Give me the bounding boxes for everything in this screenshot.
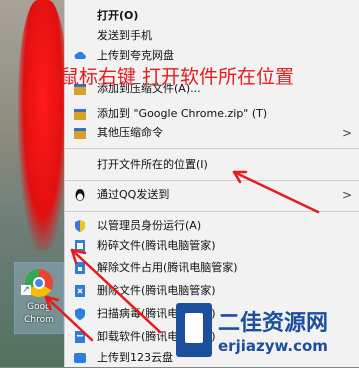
- cloud123-icon: [74, 353, 86, 363]
- scan-icon: [75, 308, 85, 320]
- unlock-icon: [75, 262, 85, 274]
- archive-icon: [74, 128, 86, 139]
- desktop-icon-chrome[interactable]: ↗ Goog Chrom: [14, 262, 64, 334]
- delete-icon: [75, 285, 85, 297]
- menu-separator: [65, 211, 359, 212]
- menu-item-run-as-admin[interactable]: 以管理员身份运行(A): [65, 216, 359, 236]
- chevron-right-icon: >: [341, 126, 352, 140]
- menu-item-other-compress[interactable]: 其他压缩命令 >: [65, 123, 359, 143]
- qq-icon: [75, 189, 85, 201]
- red-scribble: [18, 0, 68, 250]
- watermark-domain: erjiazyw.com: [218, 337, 328, 355]
- archive-icon: [74, 109, 86, 120]
- menu-item-shred[interactable]: 粉碎文件(腾讯电脑管家): [65, 236, 359, 256]
- uninstall-icon: [75, 331, 85, 343]
- cloud-icon: [74, 51, 86, 59]
- watermark-logo: [176, 303, 212, 357]
- menu-item-open[interactable]: 打开(O): [65, 6, 359, 26]
- shield-icon: [75, 220, 85, 232]
- menu-item-send-to-phone[interactable]: 发送到手机: [65, 26, 359, 46]
- tutorial-annotation: 鼠标右键 打开软件所在位置: [60, 66, 295, 88]
- menu-item-open-location[interactable]: 打开文件所在的位置(I): [65, 155, 359, 175]
- menu-separator: [65, 180, 359, 181]
- menu-item-delete-file[interactable]: 删除文件(腾讯电脑管家): [65, 281, 359, 301]
- menu-item-add-zip[interactable]: 添加到 "Google Chrome.zip" (T): [65, 104, 359, 124]
- menu-item-unlock-file[interactable]: 解除文件占用(腾讯电脑管家): [65, 258, 359, 278]
- watermark-title: 二佳资源网: [218, 311, 329, 336]
- desktop-icon-label: Goog Chrom: [24, 302, 54, 325]
- site-watermark: 二佳资源网 erjiazyw.com: [176, 303, 359, 367]
- shortcut-arrow-icon: ↗: [21, 285, 31, 295]
- shred-icon: [75, 240, 85, 252]
- menu-item-send-qq[interactable]: 通过QQ发送到 >: [65, 185, 359, 205]
- chevron-right-icon: >: [341, 188, 352, 202]
- menu-separator: [65, 148, 359, 149]
